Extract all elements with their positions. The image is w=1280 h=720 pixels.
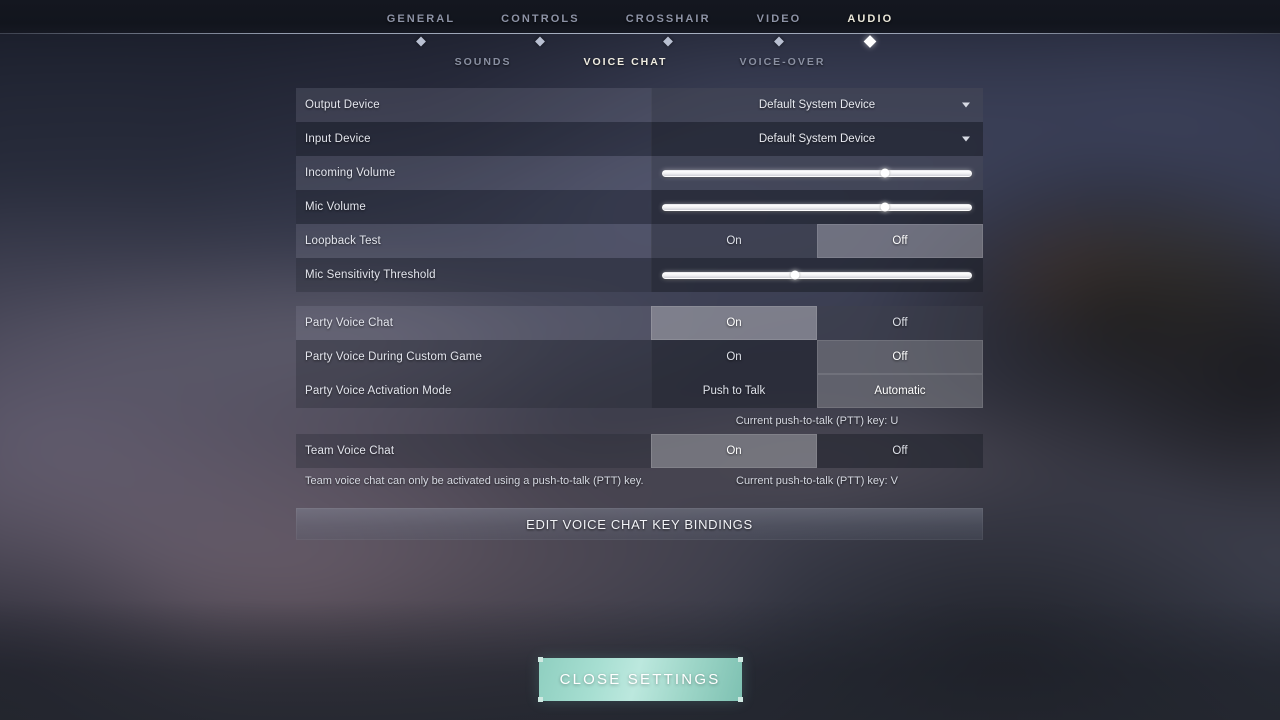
- party-voice-chat-toggle: On Off: [651, 306, 983, 340]
- corner-marker-icon: [737, 656, 743, 662]
- row-mic-sensitivity-label: Mic Sensitivity Threshold: [305, 269, 436, 281]
- corner-marker-icon: [537, 656, 543, 662]
- team-voice-chat-option-on[interactable]: On: [651, 434, 817, 468]
- output-device-dropdown[interactable]: Default System Device: [651, 88, 983, 122]
- row-party-voice-custom-game-label: Party Voice During Custom Game: [305, 351, 483, 363]
- row-mic-volume-label: Mic Volume: [305, 201, 366, 213]
- header-divider-line: [0, 33, 1280, 34]
- tab-controls[interactable]: CONTROLS: [495, 13, 586, 47]
- corner-marker-icon: [537, 696, 543, 702]
- main-tab-bar: GENERAL CONTROLS CROSSHAIR VIDEO AUDIO: [0, 8, 1280, 48]
- party-voice-activation-option-ptt[interactable]: Push to Talk: [651, 374, 817, 408]
- team-note-row: Team voice chat can only be activated us…: [296, 468, 983, 494]
- party-voice-custom-game-toggle: On Off: [651, 340, 983, 374]
- slider-thumb[interactable]: [880, 202, 890, 212]
- close-settings-label: CLOSE SETTINGS: [559, 670, 721, 688]
- tab-crosshair[interactable]: CROSSHAIR: [620, 13, 717, 47]
- tab-controls-label: CONTROLS: [501, 13, 580, 25]
- row-incoming-volume: Incoming Volume: [296, 156, 983, 190]
- settings-panel: Output Device Default System Device Inpu…: [296, 88, 983, 540]
- loopback-test-option-on[interactable]: On: [651, 224, 817, 258]
- slider-thumb[interactable]: [790, 270, 800, 280]
- settings-group-team-voice: Team Voice Chat On Off: [296, 434, 983, 468]
- mic-volume-slider[interactable]: [662, 190, 972, 224]
- row-loopback-test-label: Loopback Test: [305, 235, 381, 247]
- loopback-test-option-off[interactable]: Off: [817, 224, 983, 258]
- tab-crosshair-label: CROSSHAIR: [625, 13, 711, 25]
- tab-general-label: GENERAL: [386, 13, 456, 25]
- party-ptt-note-row: Current push-to-talk (PTT) key: U: [296, 408, 983, 434]
- row-output-device-label: Output Device: [305, 99, 380, 111]
- tab-general[interactable]: GENERAL: [381, 13, 461, 47]
- team-voice-chat-toggle: On Off: [651, 434, 983, 468]
- party-voice-activation-option-automatic[interactable]: Automatic: [817, 374, 983, 408]
- edit-voice-chat-key-bindings-button[interactable]: EDIT VOICE CHAT KEY BINDINGS: [296, 508, 983, 540]
- tab-video[interactable]: VIDEO: [751, 13, 808, 47]
- slider-track: [662, 202, 972, 212]
- row-input-device: Input Device Default System Device: [296, 122, 983, 156]
- row-party-voice-custom-game: Party Voice During Custom Game On Off: [296, 340, 983, 374]
- sub-tab-bar: SOUNDS VOICE CHAT VOICE-OVER: [0, 52, 1280, 72]
- input-device-dropdown[interactable]: Default System Device: [651, 122, 983, 156]
- slider-track: [662, 168, 972, 178]
- party-voice-activation-mode-toggle: Push to Talk Automatic: [651, 374, 983, 408]
- close-settings-area: CLOSE SETTINGS: [0, 656, 1280, 702]
- row-party-voice-chat-label: Party Voice Chat: [305, 317, 394, 329]
- tab-audio-label: AUDIO: [847, 13, 894, 25]
- team-ptt-note: Current push-to-talk (PTT) key: V: [736, 475, 898, 487]
- tab-audio[interactable]: AUDIO: [841, 13, 899, 48]
- input-device-value: Default System Device: [758, 133, 876, 145]
- row-party-voice-activation-mode-label: Party Voice Activation Mode: [305, 385, 452, 397]
- team-voice-chat-option-off[interactable]: Off: [817, 434, 983, 468]
- row-loopback-test: Loopback Test On Off: [296, 224, 983, 258]
- close-settings-button[interactable]: CLOSE SETTINGS: [537, 656, 743, 702]
- row-team-voice-chat-label: Team Voice Chat: [305, 445, 395, 457]
- slider-track: [662, 270, 972, 280]
- output-device-value: Default System Device: [758, 99, 876, 111]
- row-party-voice-chat: Party Voice Chat On Off: [296, 306, 983, 340]
- chevron-down-icon: [962, 136, 970, 142]
- row-mic-volume: Mic Volume: [296, 190, 983, 224]
- slider-thumb[interactable]: [880, 168, 890, 178]
- row-output-device: Output Device Default System Device: [296, 88, 983, 122]
- row-party-voice-activation-mode: Party Voice Activation Mode Push to Talk…: [296, 374, 983, 408]
- row-incoming-volume-label: Incoming Volume: [305, 167, 396, 179]
- party-voice-chat-option-off[interactable]: Off: [817, 306, 983, 340]
- team-voice-chat-hint: Team voice chat can only be activated us…: [305, 475, 644, 487]
- tab-video-label: VIDEO: [756, 13, 802, 25]
- incoming-volume-slider[interactable]: [662, 156, 972, 190]
- party-voice-custom-game-option-off[interactable]: Off: [817, 340, 983, 374]
- chevron-down-icon: [962, 102, 970, 108]
- row-input-device-label: Input Device: [305, 133, 371, 145]
- subtab-sounds[interactable]: SOUNDS: [455, 56, 512, 68]
- settings-group-device: Output Device Default System Device Inpu…: [296, 88, 983, 292]
- row-team-voice-chat: Team Voice Chat On Off: [296, 434, 983, 468]
- party-voice-custom-game-option-on[interactable]: On: [651, 340, 817, 374]
- row-mic-sensitivity: Mic Sensitivity Threshold: [296, 258, 983, 292]
- party-voice-chat-option-on[interactable]: On: [651, 306, 817, 340]
- settings-group-party-voice: Party Voice Chat On Off Party Voice Duri…: [296, 306, 983, 408]
- subtab-voice-chat[interactable]: VOICE CHAT: [584, 56, 668, 68]
- party-ptt-note: Current push-to-talk (PTT) key: U: [735, 415, 899, 427]
- loopback-test-toggle: On Off: [651, 224, 983, 258]
- subtab-voice-over[interactable]: VOICE-OVER: [739, 56, 825, 68]
- corner-marker-icon: [737, 696, 743, 702]
- mic-sensitivity-slider[interactable]: [662, 258, 972, 292]
